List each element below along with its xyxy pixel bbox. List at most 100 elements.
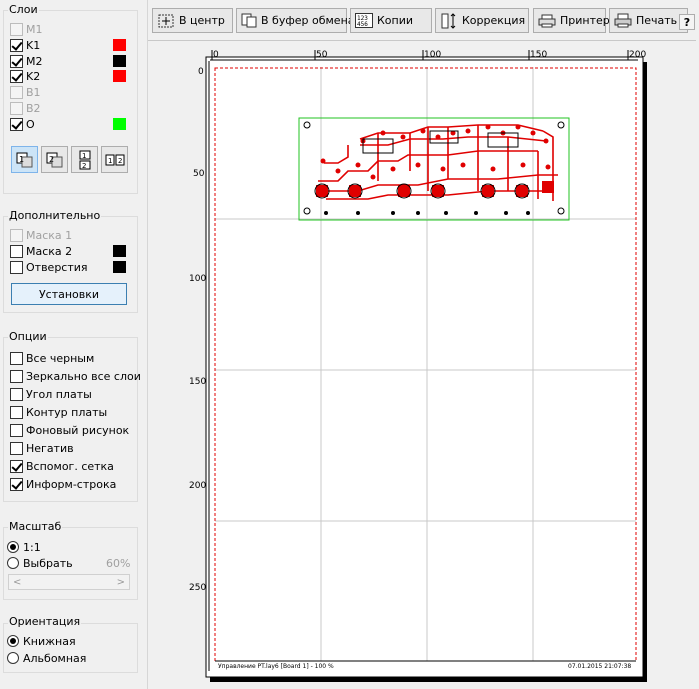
additional-group-title: Дополнительно (8, 209, 102, 222)
svg-text:2: 2 (49, 155, 54, 164)
mask1-option[interactable]: Маска 1 (10, 228, 72, 242)
left-ruler-label: 250 (189, 583, 206, 593)
layer-o-color[interactable] (113, 118, 126, 130)
layer-b1[interactable]: B1 (10, 85, 41, 99)
option-all-black-checkbox[interactable] (10, 351, 23, 365)
top-ruler-label: 200 (629, 50, 646, 60)
help-button[interactable]: ? (679, 14, 695, 30)
option-aux-grid-checkbox[interactable] (10, 459, 23, 473)
printer-setup-button[interactable]: Принтер (533, 8, 610, 33)
scale-custom-label: Выбрать (23, 556, 73, 570)
option-mirror-all-checkbox[interactable] (10, 369, 23, 383)
scale-1to1-radio[interactable] (7, 541, 19, 553)
printer-setup-icon (538, 13, 556, 29)
scale-custom-value: 60% (106, 556, 131, 570)
option-mirror-all-label: Зеркально все слои (26, 369, 141, 383)
settings-button[interactable]: Установки (11, 283, 127, 305)
layer-k1-checkbox[interactable] (10, 38, 23, 52)
layer-k1-color[interactable] (113, 39, 126, 51)
vertical-split-view-button[interactable]: 12 (71, 146, 98, 173)
svg-text:2: 2 (118, 157, 122, 165)
printer-setup-label: Принтер (560, 14, 610, 27)
mask2-color[interactable] (113, 245, 126, 257)
scale-1to1-option[interactable]: 1:1 (7, 540, 41, 554)
option-info-line[interactable]: Информ-строка (10, 477, 116, 491)
holes-option[interactable]: Отверстия (10, 260, 88, 274)
layer-k2-checkbox[interactable] (10, 69, 23, 83)
option-board-corner-checkbox[interactable] (10, 387, 23, 401)
layers-group-title: Слои (8, 3, 39, 16)
scroll-right-icon[interactable]: > (117, 577, 125, 588)
info-line-left: Управление PT.lay6 [Board 1] - 100 % (218, 663, 334, 670)
layer-m1-checkbox[interactable] (10, 22, 23, 36)
scale-1to1-label: 1:1 (23, 540, 41, 554)
svg-text:1: 1 (108, 157, 112, 165)
option-board-corner-label: Угол платы (26, 387, 92, 401)
scale-slider[interactable]: < > (8, 574, 130, 590)
clipboard-button[interactable]: В буфер обмена (236, 8, 355, 33)
scale-custom-radio[interactable] (7, 557, 19, 569)
scale-custom-option[interactable]: Выбрать (7, 556, 73, 570)
layer-o-label: O (26, 117, 35, 131)
option-aux-grid-label: Вспомог. сетка (26, 459, 114, 473)
copies-button[interactable]: 123 456 Копии (350, 8, 432, 33)
left-ruler-label: 200 (189, 481, 206, 491)
holes-checkbox[interactable] (10, 260, 23, 274)
option-negative[interactable]: Негатив (10, 441, 74, 455)
mask1-checkbox[interactable] (10, 228, 23, 242)
print-label: Печать (636, 14, 678, 27)
left-ruler-label: 50 (193, 169, 205, 179)
mask2-checkbox[interactable] (10, 244, 23, 258)
horizontal-split-view-button[interactable]: 12 (101, 146, 128, 173)
layer-b1-checkbox[interactable] (10, 85, 23, 99)
orientation-group (3, 623, 138, 673)
holes-label: Отверстия (26, 260, 88, 274)
layer-m2[interactable]: M2 (10, 54, 43, 68)
layer-o[interactable]: O (10, 117, 35, 131)
info-line-right: 07.01.2015 21:07:38 (568, 663, 631, 670)
option-background-checkbox[interactable] (10, 423, 23, 437)
print-button[interactable]: Печать (609, 8, 688, 33)
center-button[interactable]: В центр (152, 8, 233, 33)
single-layer-view-button[interactable]: 1 (11, 146, 38, 173)
option-negative-label: Негатив (26, 441, 74, 455)
left-ruler-label: 150 (189, 377, 206, 387)
layer-m1[interactable]: M1 (10, 22, 43, 36)
correction-button[interactable]: Коррекция (435, 8, 529, 33)
scroll-left-icon[interactable]: < (13, 577, 21, 588)
option-negative-checkbox[interactable] (10, 441, 23, 455)
option-board-outline-checkbox[interactable] (10, 405, 23, 419)
layer-k2[interactable]: K2 (10, 69, 40, 83)
layer-b2-checkbox[interactable] (10, 101, 23, 115)
option-mirror-all[interactable]: Зеркально все слои (10, 369, 141, 383)
layer-k1[interactable]: K1 (10, 38, 40, 52)
option-board-outline[interactable]: Контур платы (10, 405, 107, 419)
center-icon (157, 13, 175, 29)
option-background[interactable]: Фоновый рисунок (10, 423, 129, 437)
top-ruler-label: 150 (530, 50, 547, 60)
svg-text:2: 2 (82, 162, 86, 170)
orientation-portrait-radio[interactable] (7, 635, 19, 647)
layer-k2-color[interactable] (113, 70, 126, 82)
orientation-landscape-radio[interactable] (7, 652, 19, 664)
orientation-landscape-option[interactable]: Альбомная (7, 651, 86, 665)
layer-m2-checkbox[interactable] (10, 54, 23, 68)
layer-b2[interactable]: B2 (10, 101, 41, 115)
option-info-line-checkbox[interactable] (10, 477, 23, 491)
option-info-line-label: Информ-строка (26, 477, 117, 491)
layer-m1-label: M1 (26, 22, 43, 36)
layer-m2-label: M2 (26, 54, 43, 68)
center-label: В центр (179, 14, 225, 27)
holes-color[interactable] (113, 261, 126, 273)
mask2-option[interactable]: Маска 2 (10, 244, 72, 258)
orientation-portrait-option[interactable]: Книжная (7, 634, 76, 648)
option-board-outline-label: Контур платы (26, 405, 108, 419)
option-all-black[interactable]: Все черным (10, 351, 94, 365)
option-aux-grid[interactable]: Вспомог. сетка (10, 459, 114, 473)
layer-o-checkbox[interactable] (10, 117, 23, 131)
correction-label: Коррекция (462, 14, 526, 27)
two-layer-view-button[interactable]: 2 (41, 146, 68, 173)
option-background-label: Фоновый рисунок (26, 423, 130, 437)
option-board-corner[interactable]: Угол платы (10, 387, 92, 401)
layer-m2-color[interactable] (113, 55, 126, 67)
